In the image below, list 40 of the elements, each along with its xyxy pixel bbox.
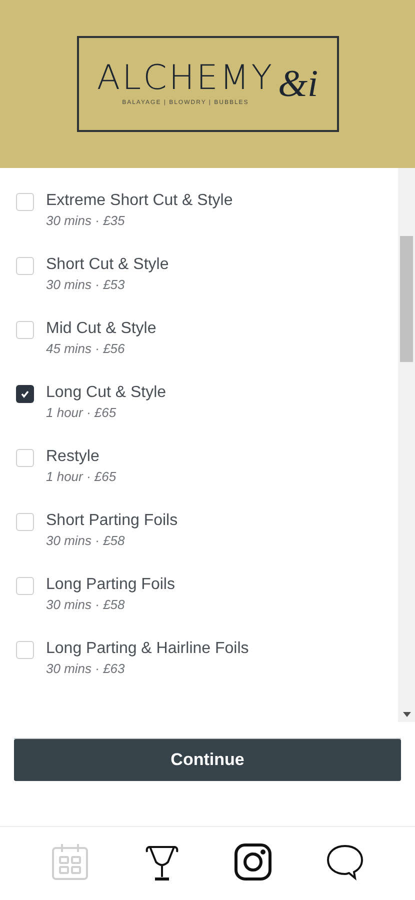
service-name: Mid Cut & Style xyxy=(46,319,156,339)
logo-monogram: &i xyxy=(278,65,318,103)
service-details: 30 mins · £58 xyxy=(46,596,126,614)
service-details: 1 hour · £65 xyxy=(46,404,118,422)
checkbox[interactable] xyxy=(16,321,34,339)
service-option[interactable]: Long Cut & Style 1 hour · £65 xyxy=(16,382,398,423)
continue-button[interactable]: Continue xyxy=(14,739,401,781)
checkbox[interactable] xyxy=(16,641,34,659)
service-name: Restyle xyxy=(46,447,100,467)
logo-wordmark: ALCHEMY xyxy=(96,60,274,94)
calendar-icon xyxy=(50,842,90,882)
service-name: Long Parting & Hairline Foils xyxy=(46,639,249,659)
service-option[interactable]: Long Parting Foils 30 mins · £58 xyxy=(16,574,398,615)
service-name: Long Cut & Style xyxy=(46,383,166,403)
checkbox[interactable] xyxy=(16,193,34,211)
service-option[interactable]: Long Parting & Hairline Foils 30 mins · £63 xyxy=(16,638,398,679)
checkbox[interactable] xyxy=(16,577,34,595)
scroll-down-icon[interactable] xyxy=(402,712,410,718)
service-name: Long Parting Foils xyxy=(46,575,175,595)
service-details: 30 mins · £58 xyxy=(46,532,126,550)
service-details: 30 mins · £53 xyxy=(46,276,126,294)
service-option[interactable]: Restyle 1 hour · £65 xyxy=(16,446,398,487)
checkbox[interactable] xyxy=(16,449,34,467)
scrollbar-thumb[interactable] xyxy=(400,236,413,362)
service-name: Short Parting Foils xyxy=(46,511,178,531)
camera-icon xyxy=(233,842,274,882)
service-option[interactable]: Short Parting Foils 30 mins · £58 xyxy=(16,510,398,551)
service-details: 1 hour · £65 xyxy=(46,468,116,486)
checkbox[interactable] xyxy=(16,513,34,531)
checkbox[interactable] xyxy=(16,257,34,275)
checkmark-icon xyxy=(20,389,30,399)
service-details: 30 mins · £35 xyxy=(46,212,126,230)
service-details: 45 mins · £56 xyxy=(46,340,126,358)
service-name: Extreme Short Cut & Style xyxy=(46,191,233,211)
service-name: Short Cut & Style xyxy=(46,255,169,275)
service-details: 30 mins · £63 xyxy=(46,660,126,678)
checkbox[interactable] xyxy=(16,385,34,403)
service-option[interactable]: Extreme Short Cut & Style 30 mins · £35 xyxy=(16,190,398,231)
service-option[interactable]: Mid Cut & Style 45 mins · £56 xyxy=(16,318,398,359)
service-option[interactable]: Short Cut & Style 30 mins · £53 xyxy=(16,254,398,295)
